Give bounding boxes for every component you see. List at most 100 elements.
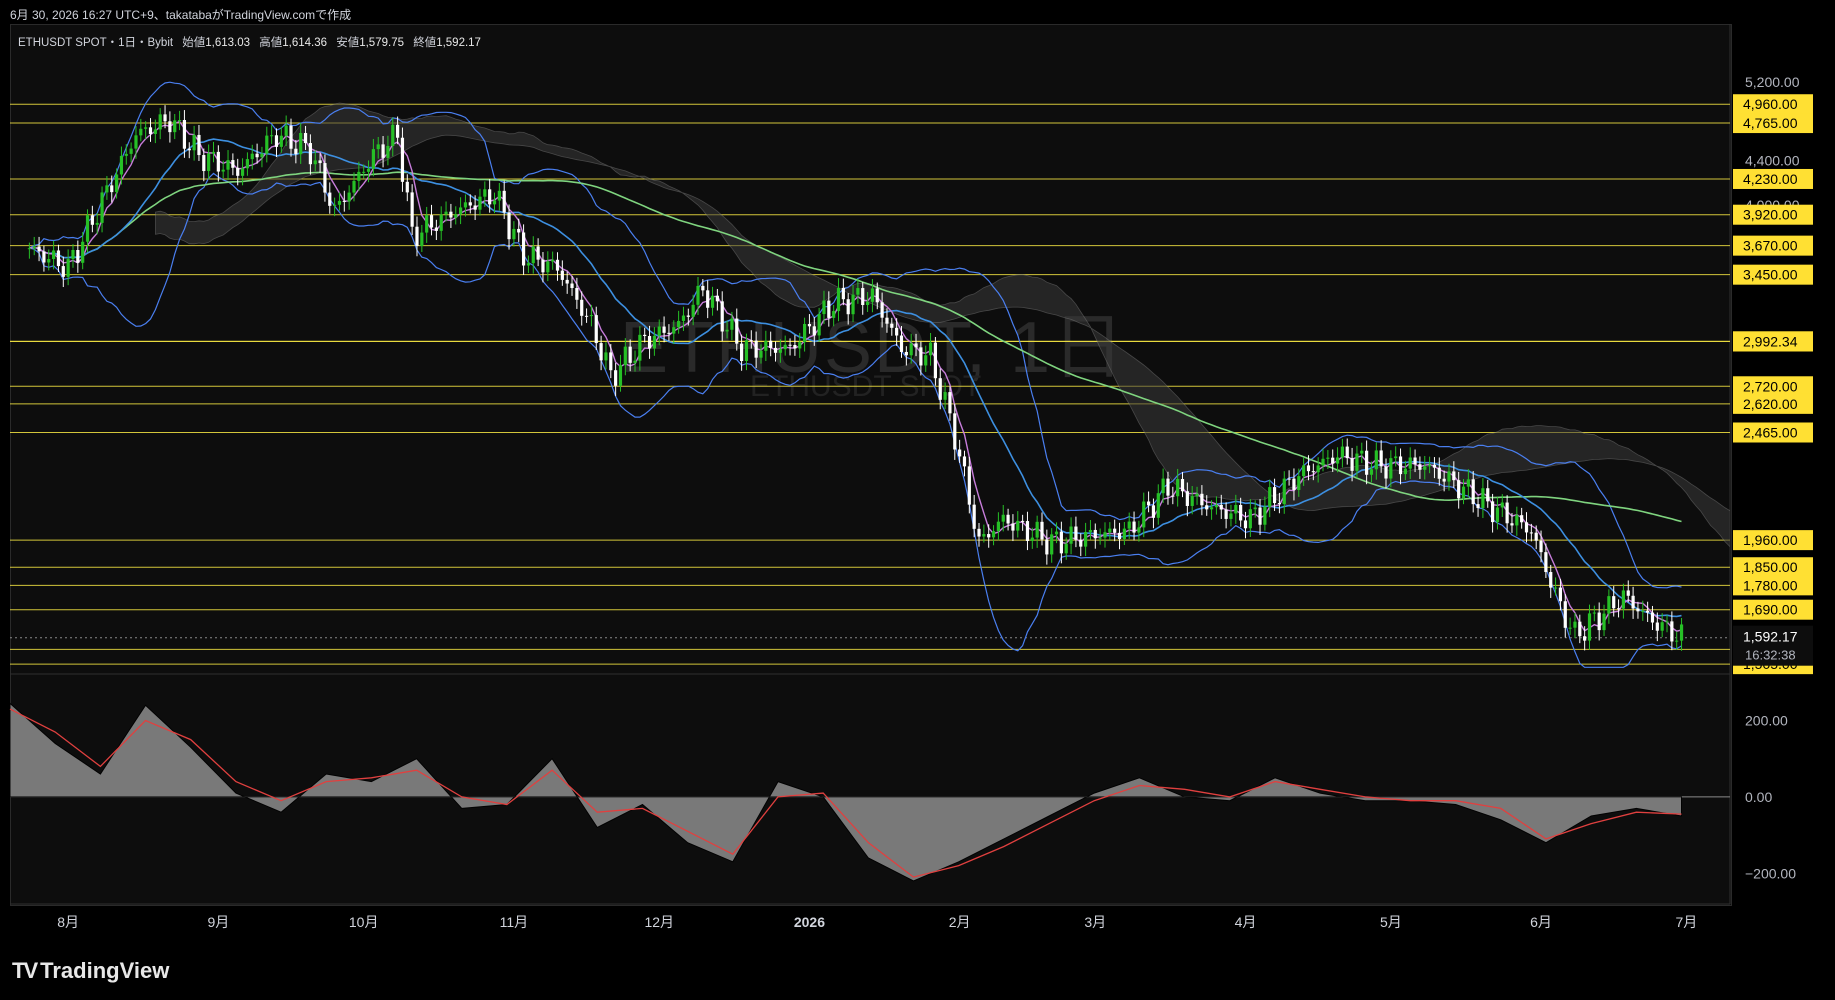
candle-body <box>1466 479 1470 487</box>
candle-body <box>1675 640 1679 642</box>
candle-body <box>1374 450 1378 470</box>
candle-body <box>851 294 855 315</box>
candle-body <box>1084 532 1088 547</box>
candle-body <box>333 204 337 206</box>
tradingview-brand[interactable]: TV TradingView <box>12 958 169 984</box>
candle-body <box>1587 613 1592 641</box>
level-label: 3,920.00 <box>1743 207 1798 223</box>
candle-body <box>1224 509 1228 519</box>
candle-body <box>1398 456 1403 475</box>
candle-body <box>706 290 710 308</box>
candle-body <box>1442 478 1446 482</box>
oscillator-tick-label: 200.00 <box>1745 713 1788 729</box>
candle-body <box>1365 450 1369 475</box>
candle-body <box>1176 479 1180 497</box>
candle-body <box>1597 612 1601 631</box>
time-tick-label: 2026 <box>794 914 825 930</box>
candle-body <box>265 135 269 154</box>
candle-body <box>1505 502 1509 524</box>
candle-body <box>337 200 342 205</box>
time-tick-label: 2月 <box>949 914 971 930</box>
candle-body <box>643 334 647 337</box>
candle-body <box>1021 520 1025 522</box>
candle-body <box>366 168 371 172</box>
candle-body <box>744 340 749 362</box>
candle-body <box>318 160 322 164</box>
candle-body <box>740 343 744 362</box>
time-tick-label: 3月 <box>1084 914 1106 930</box>
candle-body <box>749 340 753 342</box>
candle-body <box>938 378 942 400</box>
candle-body <box>1306 465 1311 472</box>
candle-body <box>807 323 812 327</box>
candle-body <box>977 528 981 537</box>
candle-body <box>987 534 991 538</box>
candle-body <box>1529 532 1533 534</box>
candle-body <box>434 227 438 231</box>
candle-body <box>1059 531 1063 554</box>
candle-body <box>148 127 153 134</box>
candle-body <box>1481 488 1485 509</box>
candle-body <box>66 259 70 277</box>
candle-body <box>245 159 250 169</box>
candle-body <box>61 266 65 277</box>
candle-body <box>27 248 31 250</box>
candle-body <box>478 196 482 210</box>
candle-body <box>1190 496 1194 506</box>
candle-body <box>638 334 642 361</box>
candle-body <box>720 301 724 332</box>
candle-body <box>221 169 225 172</box>
candle-body <box>444 211 448 215</box>
candle-body <box>584 315 589 317</box>
candle-body <box>1180 479 1185 492</box>
candle-body <box>1592 612 1596 614</box>
ma-mid-line <box>29 138 1682 618</box>
candle-body <box>236 167 240 176</box>
candle-body <box>1331 457 1335 464</box>
price-chart-svg[interactable]: 5,200.004,400.004,000.004,960.004,765.00… <box>0 0 1835 1000</box>
candle-body <box>1282 478 1286 505</box>
tradingview-logo-icon: TV <box>12 958 38 983</box>
candle-body <box>841 287 845 300</box>
candle-body <box>405 181 409 193</box>
candle-body <box>502 190 506 213</box>
bollinger-lower-line <box>29 172 1682 668</box>
candle-body <box>1655 622 1659 631</box>
candle-body <box>1384 466 1388 479</box>
candle-body <box>342 200 346 202</box>
candle-body <box>1001 514 1005 522</box>
candle-body <box>783 344 787 350</box>
candle-body <box>1035 521 1039 538</box>
candle-body <box>362 171 366 173</box>
candle-body <box>1510 523 1514 526</box>
candle-body <box>1335 457 1340 464</box>
candle-body <box>1471 479 1475 505</box>
time-tick-label: 12月 <box>644 914 674 930</box>
candle-body <box>274 135 279 147</box>
candle-body <box>991 531 996 538</box>
candle-body <box>870 288 875 302</box>
level-label: 1,780.00 <box>1743 577 1798 593</box>
candle-body <box>1568 627 1572 629</box>
candle-body <box>347 192 351 202</box>
candle-body <box>672 327 676 334</box>
candle-body <box>1641 610 1645 612</box>
candle-body <box>1127 521 1131 529</box>
candle-body <box>294 148 298 155</box>
time-tick-label: 8月 <box>57 914 79 930</box>
candle-body <box>420 232 424 247</box>
candle-body <box>1549 572 1553 588</box>
candle-body <box>231 160 235 168</box>
candle-body <box>1253 507 1257 510</box>
level-label: 4,960.00 <box>1743 96 1798 112</box>
candle-body <box>1621 590 1626 609</box>
candle-body <box>536 246 540 260</box>
candle-body <box>1030 537 1034 541</box>
candle-body <box>110 185 114 193</box>
candle-body <box>483 189 487 197</box>
candle-body <box>1524 522 1529 533</box>
candle-body <box>832 311 836 318</box>
candle-body <box>71 250 75 260</box>
candle-body <box>1239 504 1243 521</box>
candle-body <box>657 326 661 336</box>
